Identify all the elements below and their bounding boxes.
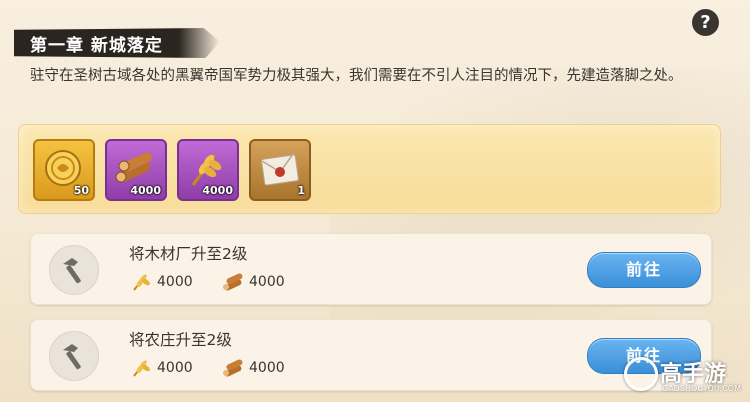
- reward-letter[interactable]: 1: [249, 139, 311, 201]
- wheat-cost-value: 4000: [157, 274, 193, 290]
- reward-qty: 1: [297, 184, 305, 197]
- go-button[interactable]: 前往: [587, 252, 701, 288]
- hammer-icon: [49, 331, 99, 381]
- wheat-icon: [133, 360, 150, 377]
- watermark-subtext: GAOSHOUYOU.COM: [662, 384, 742, 393]
- wood-cost-value: 4000: [249, 274, 285, 290]
- quest-panel: 第一章 新城落定 ? 驻守在圣树古域各处的黑翼帝国军势力极其强大，我们需要在不引…: [0, 0, 750, 402]
- task-card: 将木材厂升至2级 4000 4000 前往: [30, 233, 712, 305]
- wood-cost: 4000: [221, 272, 285, 292]
- reward-qty: 50: [73, 184, 89, 197]
- reward-gold[interactable]: 50: [33, 139, 95, 201]
- reward-qty: 4000: [130, 184, 161, 197]
- reward-wheat[interactable]: 4000: [177, 139, 239, 201]
- wheat-icon: [133, 274, 150, 291]
- wood-cost-value: 4000: [249, 360, 285, 376]
- wheat-cost-value: 4000: [157, 360, 193, 376]
- reward-wood[interactable]: 4000: [105, 139, 167, 201]
- wheat-cost: 4000: [131, 358, 193, 378]
- wood-cost: 4000: [221, 358, 285, 378]
- quest-description: 驻守在圣树古域各处的黑翼帝国军势力极其强大，我们需要在不引人注目的情况下，先建造…: [30, 68, 683, 84]
- help-button[interactable]: ?: [692, 9, 719, 36]
- wood-icon: [223, 273, 243, 291]
- reward-qty: 4000: [202, 184, 233, 197]
- watermark-logo-icon: [624, 357, 658, 391]
- task-label: 将木材厂升至2级: [129, 245, 248, 263]
- hammer-icon: [49, 245, 99, 295]
- task-card: 将农庄升至2级 4000 4000 前往: [30, 319, 712, 391]
- task-label: 将农庄升至2级: [129, 331, 232, 349]
- chapter-title: 第一章 新城落定: [30, 36, 163, 56]
- wheat-cost: 4000: [131, 272, 193, 292]
- wood-icon: [223, 359, 243, 377]
